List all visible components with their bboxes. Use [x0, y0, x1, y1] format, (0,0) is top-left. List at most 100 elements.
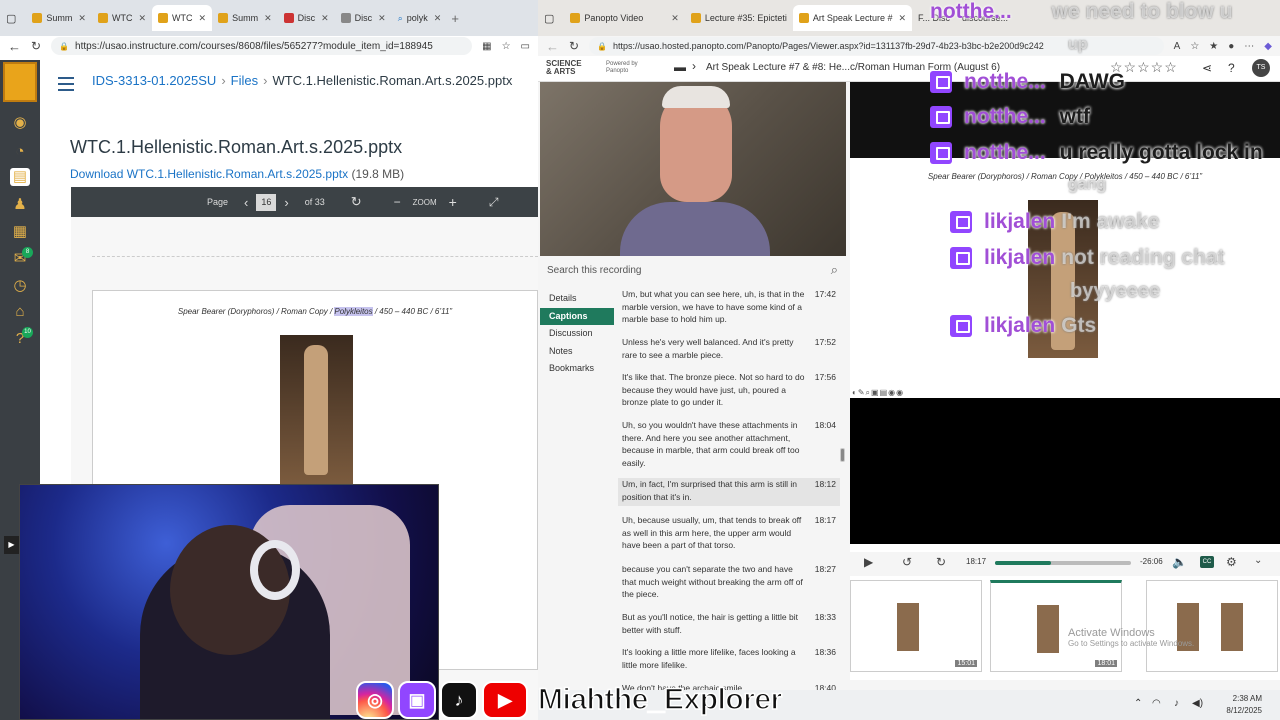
tab-actions-icon[interactable]: ▢ [6, 12, 16, 25]
page-number-input[interactable]: 16 [256, 193, 277, 211]
back-arrow-icon[interactable]: ← [546, 39, 559, 54]
read-aloud-icon[interactable]: A [1174, 41, 1181, 52]
rotate-icon[interactable]: ↻ [351, 194, 362, 210]
browser-tab[interactable]: discourse... [956, 5, 1014, 31]
menu-hamburger-icon[interactable] [58, 77, 74, 95]
tab-actions-icon[interactable]: ▢ [544, 12, 554, 25]
new-tab-icon[interactable]: + [451, 11, 459, 26]
list-item-current[interactable]: Um, in fact, I'm surprised that this arm… [618, 478, 840, 506]
list-item[interactable]: But as you'll notice, the hair is gettin… [618, 611, 840, 639]
tab-notes[interactable]: Notes [540, 343, 614, 361]
tab-details[interactable]: Details [540, 290, 614, 308]
next-page-icon[interactable]: › [284, 195, 288, 210]
fullscreen-icon[interactable]: ⤢ [489, 195, 499, 210]
list-item[interactable]: It's like that. The bronze piece. Not so… [618, 371, 840, 411]
gear-icon[interactable]: ⚙ [1226, 555, 1237, 569]
close-icon[interactable]: ✕ [138, 13, 146, 24]
folder-icon[interactable]: ▬ [674, 60, 686, 74]
zoom-out-icon[interactable]: − [394, 195, 401, 209]
rewind-icon[interactable]: ↺ [902, 555, 912, 569]
browser-tab-active[interactable]: Art Speak Lecture # ✕ [792, 5, 912, 31]
close-icon[interactable]: ✕ [78, 13, 86, 24]
browser-tab[interactable]: Disc ✕ [278, 5, 335, 31]
share-icon[interactable]: ⋖ [1202, 61, 1212, 75]
chevron-down-icon[interactable]: ⌄ [1254, 555, 1262, 566]
browser-tab[interactable]: Panopto Video ✕ [564, 5, 684, 31]
tab-discussion[interactable]: Discussion [540, 325, 614, 343]
favorite-star-icon[interactable]: ☆ [1190, 41, 1199, 52]
list-item[interactable]: Um, but what you can see here, uh, is th… [618, 288, 840, 328]
tab-bookmarks[interactable]: Bookmarks [540, 360, 614, 378]
list-item[interactable]: Unless he's very well balanced. And it's… [618, 336, 840, 364]
presenter-video[interactable] [540, 82, 846, 256]
list-item[interactable]: It's looking a little more lifelike, fac… [618, 646, 840, 674]
thumbnail[interactable] [1146, 580, 1278, 672]
browser-tab[interactable]: Summ ✕ [212, 5, 278, 31]
courses-icon[interactable]: ▤ [10, 168, 30, 186]
rating-stars-icon[interactable]: ☆☆☆☆☆ [1110, 59, 1178, 76]
scrollbar-thumb[interactable] [840, 448, 845, 462]
expand-arrow-icon[interactable]: ▶ [4, 536, 19, 554]
url-field[interactable]: 🔒 https://usao.hosted.panopto.com/Panopto… [589, 37, 1164, 55]
avatar[interactable]: TS [1252, 59, 1270, 77]
more-icon[interactable]: ⋯ [1244, 41, 1254, 52]
forward-icon[interactable]: ↻ [936, 555, 946, 569]
refresh-icon[interactable]: ↻ [569, 39, 579, 53]
search-input[interactable]: Search this recording ⌕ [540, 260, 846, 282]
list-item[interactable]: Uh, so you wouldn't have these attachmen… [618, 419, 840, 471]
commons-icon[interactable]: ⌂ [10, 303, 30, 321]
tab-captions[interactable]: Captions [540, 307, 614, 325]
browser-tab-active[interactable]: WTC ✕ [152, 5, 213, 31]
copilot-icon[interactable]: ◆ [1264, 41, 1272, 52]
zoom-in-icon[interactable]: + [449, 194, 457, 210]
browser-tab[interactable]: Disc ✕ [335, 5, 392, 31]
search-icon[interactable]: ⌕ [831, 262, 838, 278]
account-icon[interactable]: ◉ [10, 114, 30, 132]
slide-video[interactable]: Spear Bearer (Doryphoros) / Roman Copy /… [850, 82, 1280, 552]
close-icon[interactable]: ✕ [321, 13, 329, 24]
sidebar-toggle-icon[interactable]: ▭ [521, 41, 530, 52]
close-icon[interactable]: ✕ [199, 13, 207, 24]
captions-scrollbar[interactable] [840, 288, 846, 688]
profile-icon[interactable]: ● [1228, 41, 1234, 52]
close-icon[interactable]: ✕ [378, 13, 386, 24]
close-icon[interactable]: ✕ [898, 13, 906, 24]
prev-page-icon[interactable]: ‹ [244, 195, 248, 210]
favorites-icon[interactable]: ★ [1209, 41, 1218, 52]
extensions-icon[interactable]: ▦ [482, 41, 491, 52]
list-item[interactable]: because you can't separate the two and h… [618, 563, 840, 603]
annotation-tools-icon[interactable]: ◐✎⌕▣▤◉◉ [852, 388, 904, 398]
close-icon[interactable]: ✕ [264, 13, 272, 24]
history-icon[interactable]: ◷ [10, 277, 30, 295]
breadcrumb-course-link[interactable]: IDS-3313-01.2025SU [92, 73, 216, 88]
groups-icon[interactable]: ♟ [10, 196, 30, 214]
thumbnail-current[interactable]: 18:01 [990, 580, 1122, 672]
browser-tab[interactable]: WTC ✕ [92, 5, 152, 31]
captions-toggle-button[interactable]: CC [1200, 556, 1214, 568]
url-field[interactable]: 🔒 https://usao.instructure.com/courses/86… [51, 37, 473, 55]
help-icon[interactable]: ? [1228, 61, 1235, 75]
refresh-icon[interactable]: ↻ [31, 39, 41, 53]
close-icon[interactable]: ✕ [671, 13, 679, 24]
browser-tab[interactable]: Summ ✕ [26, 5, 92, 31]
clock[interactable]: 2:38 AM 8/12/2025 [1226, 693, 1262, 717]
mic-icon[interactable]: ♪ [1174, 698, 1179, 709]
calendar-icon[interactable]: ▦ [10, 223, 30, 241]
seek-bar[interactable] [995, 561, 1131, 565]
breadcrumb-files-link[interactable]: Files [231, 73, 258, 88]
thumbnail[interactable]: 15:01 [850, 580, 982, 672]
play-icon[interactable]: ▶ [864, 555, 873, 569]
tray-chevron-icon[interactable]: ⌃ [1134, 698, 1142, 709]
university-logo-icon[interactable] [3, 62, 37, 102]
download-link[interactable]: Download WTC.1.Hellenistic.Roman.Art.s.2… [70, 167, 348, 181]
browser-tab[interactable]: F... Disc [912, 5, 956, 31]
close-icon[interactable]: ✕ [434, 13, 442, 24]
favorite-star-icon[interactable]: ☆ [502, 41, 511, 52]
volume-icon[interactable]: 🔈 [1172, 555, 1187, 569]
volume-icon[interactable]: ◀) [1192, 698, 1203, 709]
dashboard-icon[interactable]: ◔ [10, 143, 30, 161]
browser-tab[interactable]: ⌕ polyk ✕ [392, 5, 448, 31]
back-arrow-icon[interactable]: ← [8, 39, 21, 54]
network-icon[interactable]: ◠ [1152, 698, 1161, 709]
list-item[interactable]: Uh, because usually, um, that tends to b… [618, 514, 840, 554]
